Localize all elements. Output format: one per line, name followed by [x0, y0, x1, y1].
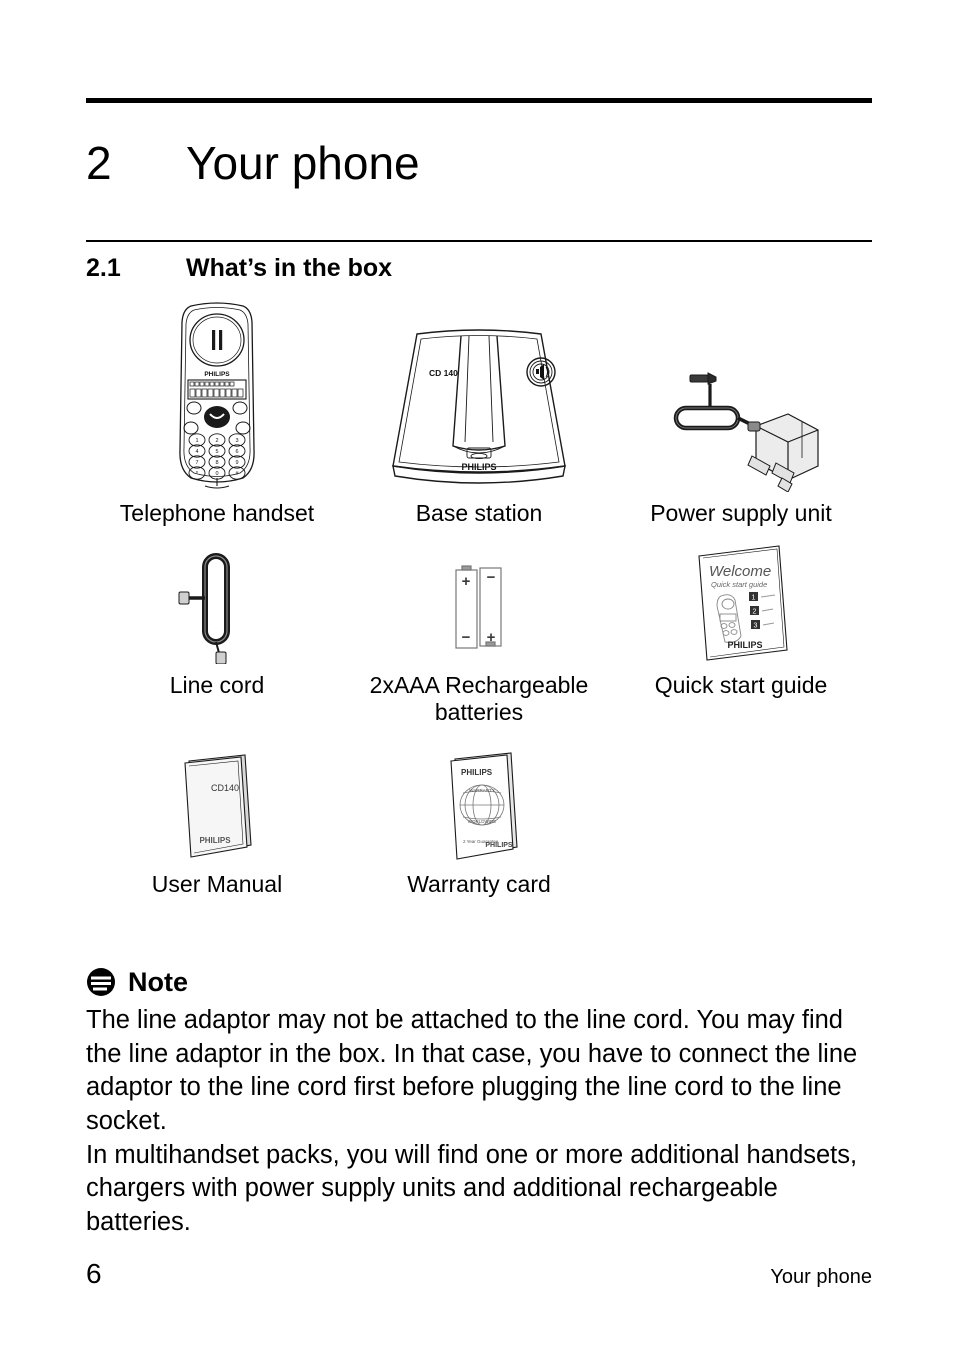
svg-text:−: −: [487, 569, 496, 586]
box-item-caption: Power supply unit: [650, 500, 832, 526]
box-item-empty: [610, 743, 872, 897]
warranty-card-illustration: PHILIPS WARRANTY WORLDWIDE 2 Year Guaran…: [429, 743, 529, 863]
svg-text:CD140: CD140: [211, 783, 239, 793]
box-item-user-manual: CD140 PHILIPS User Manual: [86, 743, 348, 897]
svg-text:4: 4: [195, 449, 198, 455]
quick-start-guide-illustration: Welcome Quick start guide 1 2 3 PHILIPS: [687, 544, 795, 664]
svg-text:0: 0: [215, 471, 218, 477]
svg-text:2: 2: [215, 438, 218, 444]
box-item-caption: Quick start guide: [654, 672, 828, 699]
svg-text:PHILIPS: PHILIPS: [461, 462, 496, 472]
header-rule-thick: [86, 98, 872, 103]
box-item-quick-start-guide: Welcome Quick start guide 1 2 3 PHILIPS …: [610, 544, 872, 725]
box-item-power-supply-unit: Power supply unit: [610, 296, 872, 526]
svg-text:3: 3: [754, 623, 758, 630]
svg-text:5: 5: [215, 449, 218, 455]
box-item-caption: Line cord: [169, 672, 265, 699]
svg-text:#: #: [235, 471, 239, 477]
box-item-telephone-handset: PHILIPS 1 2 3 4 5 6 7 8 9 * 0 # Telephon…: [86, 296, 348, 526]
box-contents-row: Line cord + − − + 2xAAA Rechargeable bat…: [86, 544, 872, 725]
base-station-illustration: CD 140 PHILIPS: [383, 296, 575, 492]
chapter-number: 2: [86, 137, 112, 189]
svg-text:8: 8: [215, 460, 218, 466]
telephone-handset-illustration: PHILIPS 1 2 3 4 5 6 7 8 9 * 0 #: [159, 296, 275, 492]
box-contents-row: CD140 PHILIPS User Manual PHILIPS WARRAN…: [86, 743, 872, 897]
box-item-line-cord: Line cord: [86, 544, 348, 725]
user-manual-illustration: CD140 PHILIPS: [163, 743, 271, 863]
svg-text:+: +: [487, 629, 496, 646]
box-item-caption: Warranty card: [407, 871, 551, 898]
svg-text:Quick start guide: Quick start guide: [711, 580, 767, 589]
section-number: 2.1: [86, 254, 121, 282]
svg-text:PHILIPS: PHILIPS: [461, 768, 493, 777]
svg-text:1: 1: [752, 595, 756, 602]
box-item-caption: Base station: [415, 500, 543, 526]
page-number: 6: [86, 1258, 102, 1289]
section-rule-thin: [86, 240, 872, 242]
svg-text:Welcome: Welcome: [709, 563, 771, 580]
svg-text:WARRANTY: WARRANTY: [469, 788, 495, 793]
section-heading: 2.1 What’s in the box: [86, 254, 872, 283]
aaa-batteries-illustration: + − − +: [440, 544, 518, 664]
svg-text:PHILIPS: PHILIPS: [485, 842, 513, 849]
note-header: Note: [86, 962, 876, 1002]
svg-text:−: −: [462, 629, 471, 646]
section-title: What’s in the box: [186, 254, 393, 282]
svg-text:CD 140: CD 140: [429, 368, 458, 378]
power-supply-unit-illustration: [652, 296, 830, 492]
note-body: The line adaptor may not be attached to …: [86, 1004, 876, 1240]
box-contents-grid: PHILIPS 1 2 3 4 5 6 7 8 9 * 0 # Telephon…: [86, 296, 872, 898]
svg-text:PHILIPS: PHILIPS: [727, 640, 762, 650]
svg-text:9: 9: [235, 460, 238, 466]
note-paragraph: In multihandset packs, you will find one…: [86, 1140, 858, 1236]
svg-text:1: 1: [195, 438, 198, 444]
box-item-warranty-card: PHILIPS WARRANTY WORLDWIDE 2 Year Guaran…: [348, 743, 610, 897]
note-icon: [87, 968, 115, 996]
footer-running-title: Your phone: [770, 1266, 872, 1288]
svg-text:3: 3: [235, 438, 238, 444]
page-footer: 6 Your phone: [86, 1258, 872, 1290]
chapter-heading: 2 Your phone: [86, 128, 872, 198]
document-page: 2 Your phone 2.1 What’s in the box PHILI…: [0, 0, 954, 1350]
line-cord-illustration: [169, 544, 265, 665]
chapter-title: Your phone: [186, 137, 420, 189]
svg-text:WORLDWIDE: WORLDWIDE: [468, 819, 497, 824]
svg-text:7: 7: [195, 460, 198, 466]
svg-text:2: 2: [753, 609, 757, 616]
note-paragraph: The line adaptor may not be attached to …: [86, 1006, 858, 1135]
svg-text:+: +: [462, 573, 471, 590]
note-block: Note The line adaptor may not be attache…: [86, 962, 876, 1240]
box-item-aaa-batteries: + − − + 2xAAA Rechargeable batteries: [348, 544, 610, 725]
note-title: Note: [128, 966, 188, 997]
box-item-base-station: CD 140 PHILIPS Base station: [348, 296, 610, 526]
box-item-caption: Telephone handset: [119, 500, 315, 526]
svg-text:PHILIPS: PHILIPS: [204, 371, 230, 378]
box-contents-row: PHILIPS 1 2 3 4 5 6 7 8 9 * 0 # Telephon…: [86, 296, 872, 526]
svg-text:PHILIPS: PHILIPS: [199, 836, 231, 845]
svg-text:6: 6: [235, 449, 238, 455]
box-item-caption: 2xAAA Rechargeable batteries: [369, 672, 589, 725]
box-item-caption: User Manual: [151, 871, 283, 898]
